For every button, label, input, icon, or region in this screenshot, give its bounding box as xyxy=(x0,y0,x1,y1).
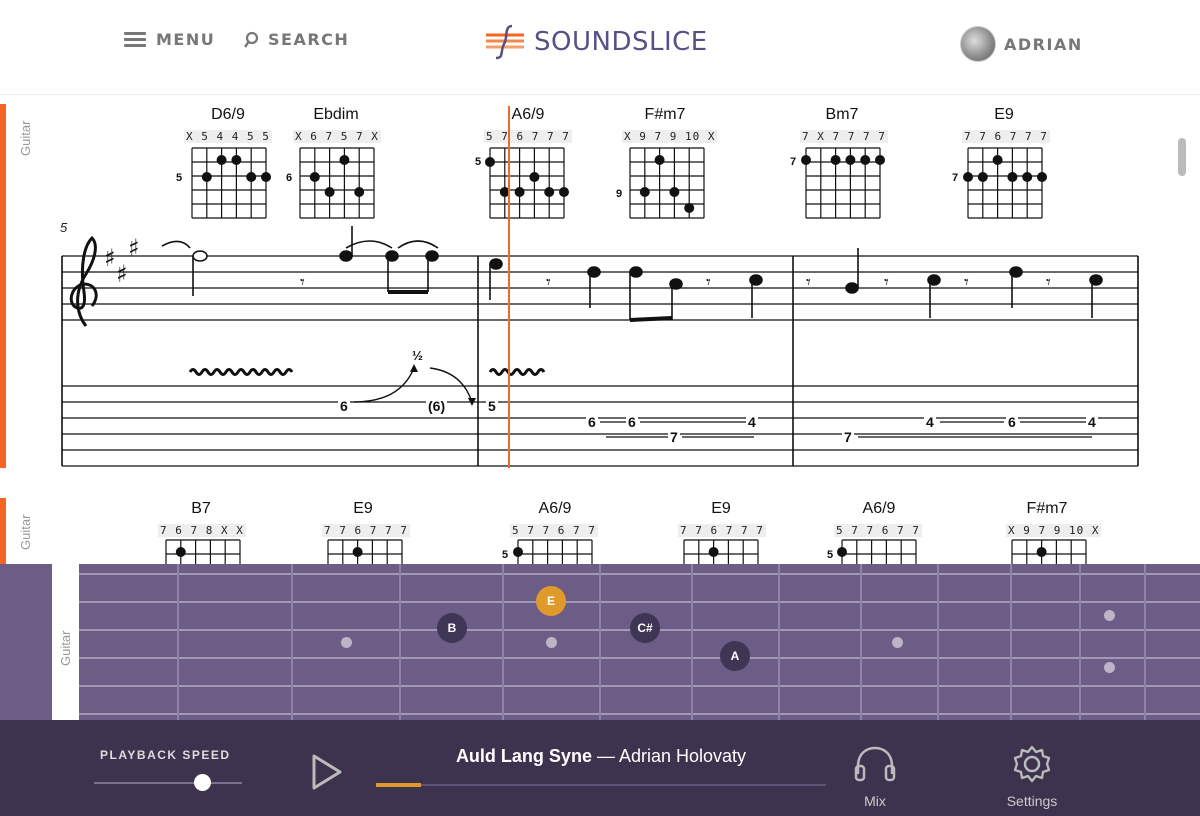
tab-note[interactable]: 6 xyxy=(338,398,350,414)
tab-note[interactable]: 4 xyxy=(746,414,758,430)
hamburger-icon xyxy=(124,31,146,48)
song-title-line: Auld Lang Syne — Adrian Holovaty xyxy=(376,746,826,767)
tab-note[interactable]: 4 xyxy=(1086,414,1098,430)
bend-amount: ½ xyxy=(410,348,425,363)
search-label: SEARCH xyxy=(268,30,350,49)
fret-number: 5 xyxy=(174,172,185,184)
tab-note[interactable]: (6) xyxy=(426,398,448,414)
system-1-notation: ♯♯♯ 𝄾 𝄾 𝄾 𝄾 𝄾 𝄾 𝄾 xyxy=(61,106,1139,468)
settings-button[interactable]: Settings xyxy=(1002,744,1062,809)
fretboard-view[interactable]: E B C# A xyxy=(0,564,1200,720)
avatar xyxy=(960,26,996,62)
tab-note[interactable]: 7 xyxy=(668,429,680,445)
soundslice-logo[interactable]: SOUNDSLICE xyxy=(484,24,708,60)
settings-label: Settings xyxy=(1006,793,1058,809)
play-icon xyxy=(312,754,342,790)
fret-number: 7 xyxy=(788,156,799,168)
tab-note[interactable]: 5 xyxy=(486,398,498,414)
svg-text:𝄾: 𝄾 xyxy=(300,272,305,292)
fret-number: 9 xyxy=(614,188,625,200)
playback-progress-bar[interactable] xyxy=(376,783,826,787)
fret-number: 7 xyxy=(950,172,961,184)
svg-text:𝄾: 𝄾 xyxy=(1046,272,1051,292)
fret-inlay xyxy=(546,637,557,648)
headphones-icon xyxy=(854,746,896,782)
tab-note[interactable]: 4 xyxy=(924,414,936,430)
vertical-scrollbar[interactable] xyxy=(1178,138,1186,176)
mix-button[interactable]: Mix xyxy=(852,744,898,809)
tab-note[interactable]: 7 xyxy=(842,429,854,445)
fret-inlay xyxy=(341,637,352,648)
svg-text:♯: ♯ xyxy=(104,244,116,272)
song-artist: Adrian Holovaty xyxy=(618,746,747,766)
fret-inlay xyxy=(892,637,903,648)
fretboard-note[interactable]: C# xyxy=(630,613,660,643)
svg-text:♯: ♯ xyxy=(128,234,140,262)
tab-note[interactable]: 6 xyxy=(626,414,638,430)
playback-speed-knob[interactable] xyxy=(194,774,212,791)
fretboard-track-label: Guitar xyxy=(58,630,73,666)
playback-progress-fill xyxy=(376,783,421,787)
fret-inlay xyxy=(1104,610,1115,621)
tab-note[interactable]: 6 xyxy=(1006,414,1018,430)
chord-diagram xyxy=(191,147,267,219)
svg-text:𝄾: 𝄾 xyxy=(546,272,551,292)
search-button[interactable]: SEARCH xyxy=(242,30,349,49)
svg-text:𝄾: 𝄾 xyxy=(884,272,889,292)
svg-text:𝄾: 𝄾 xyxy=(806,272,811,292)
user-name: ADRIAN xyxy=(1004,34,1083,54)
svg-text:𝄾: 𝄾 xyxy=(706,272,711,292)
tab-note[interactable]: 6 xyxy=(586,414,598,430)
playback-speed-slider[interactable] xyxy=(94,774,242,791)
search-icon xyxy=(244,31,259,48)
menu-label: MENU xyxy=(156,30,216,49)
user-menu[interactable]: ADRIAN xyxy=(960,26,1083,62)
measure-number: 5 xyxy=(60,220,68,235)
fretboard-note[interactable]: E xyxy=(536,586,566,616)
fret-number: 6 xyxy=(284,172,295,184)
logo-text: SOUNDSLICE xyxy=(534,27,708,57)
playback-speed-label: PLAYBACK SPEED xyxy=(100,748,231,762)
svg-text:♯: ♯ xyxy=(116,260,128,288)
mix-label: Mix xyxy=(864,793,886,809)
fretboard-note[interactable]: A xyxy=(720,641,750,671)
logo-mark-icon xyxy=(486,24,524,60)
song-separator: — xyxy=(591,746,619,766)
notation-score[interactable]: Guitar D6/9 Ebdim A6/9 F#m7 Bm7 E9 X 5 4… xyxy=(0,96,1200,564)
gear-icon xyxy=(1013,745,1051,783)
svg-text:𝄾: 𝄾 xyxy=(964,272,969,292)
fret-inlay xyxy=(1104,662,1115,673)
system-2-chord-diagrams xyxy=(165,539,1087,564)
play-button[interactable] xyxy=(308,750,348,794)
fretboard-strings-and-frets xyxy=(79,564,1200,720)
player-controls: PLAYBACK SPEED Auld Lang Syne — Adrian H… xyxy=(0,720,1200,816)
menu-button[interactable]: MENU xyxy=(124,30,215,49)
song-title: Auld Lang Syne xyxy=(455,746,592,766)
fretboard-note[interactable]: B xyxy=(437,613,467,643)
top-header: MENU SEARCH SOUNDSLICE ADRIAN xyxy=(0,0,1200,95)
fret-number: 5 xyxy=(473,156,484,168)
